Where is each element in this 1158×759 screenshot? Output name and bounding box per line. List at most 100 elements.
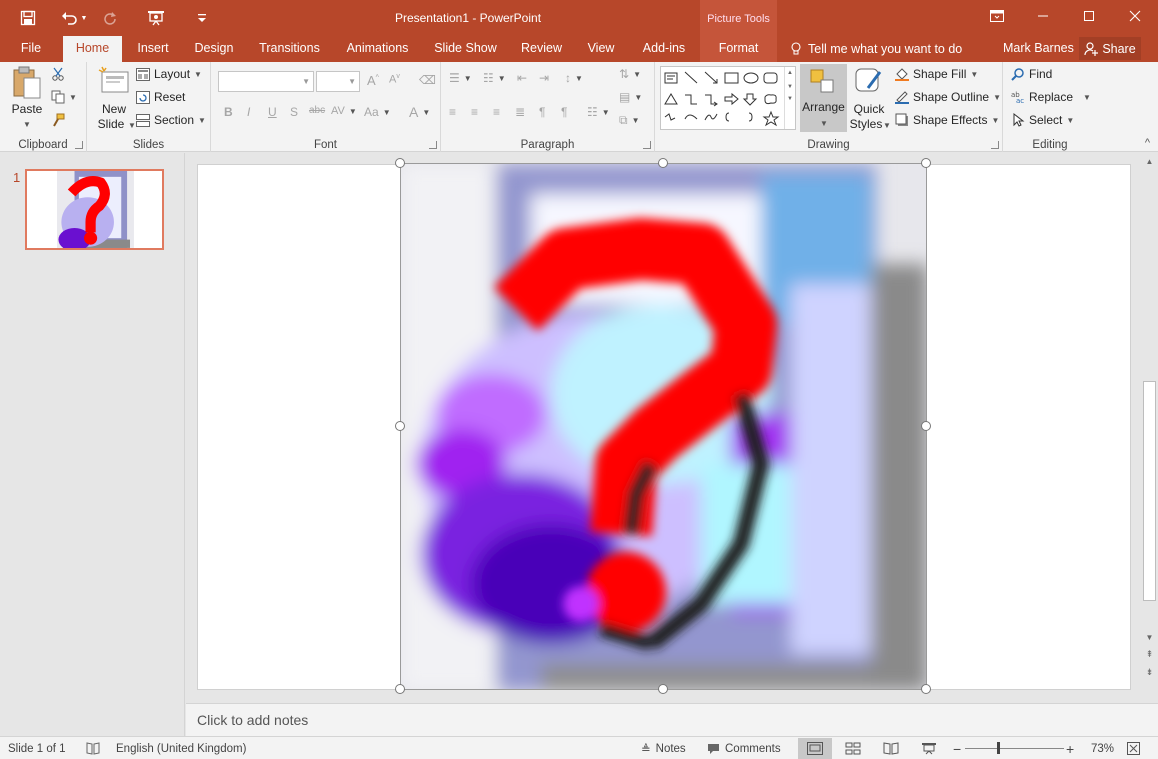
increase-indent-button[interactable]: ⇥ (539, 71, 549, 85)
quick-styles-button[interactable]: Quick Styles ▼ (849, 66, 891, 132)
arrange-button[interactable]: Arrange ▼ (800, 64, 847, 132)
tab-transitions[interactable]: Transitions (252, 36, 327, 62)
zoom-slider[interactable] (965, 748, 1064, 749)
previous-slide-icon[interactable]: ⇞ (1141, 649, 1158, 660)
minimize-button[interactable] (1020, 0, 1066, 32)
normal-view-button[interactable] (798, 738, 832, 759)
character-spacing-button[interactable]: AV ▼ (331, 105, 357, 117)
align-center-button[interactable]: ≡ (471, 105, 478, 119)
find-button[interactable]: Find (1011, 67, 1052, 81)
zoom-slider-thumb[interactable] (997, 742, 1000, 754)
tell-me-search[interactable]: Tell me what you want to do (790, 36, 962, 62)
slide-sorter-view-button[interactable] (836, 738, 870, 759)
collapse-ribbon-icon[interactable]: ^ (1145, 137, 1150, 149)
clipboard-launcher-icon[interactable] (75, 141, 83, 149)
align-left-button[interactable]: ≡ (449, 105, 456, 119)
tab-file[interactable]: File (12, 36, 50, 62)
justify-button[interactable]: ≣ (515, 105, 525, 119)
comments-toggle-button[interactable]: Comments (707, 737, 781, 759)
text-direction-button[interactable]: ⇅ ▼ (619, 67, 641, 81)
layout-button[interactable]: Layout ▼ (136, 67, 202, 81)
vertical-scrollbar[interactable]: ▲ ▼ ⇞ ⇟ (1141, 153, 1158, 700)
notes-pane[interactable]: Click to add notes (186, 703, 1158, 736)
resize-handle-bottom-left[interactable] (395, 684, 405, 694)
next-slide-icon[interactable]: ⇟ (1141, 667, 1158, 678)
close-button[interactable] (1112, 0, 1158, 32)
gallery-down-icon[interactable]: ▼ (785, 84, 795, 90)
text-shadow-button[interactable]: S (290, 105, 298, 119)
strikethrough-button[interactable]: abc (309, 105, 325, 116)
resize-handle-bottom-right[interactable] (921, 684, 931, 694)
font-family-dropdown-icon[interactable]: ▼ (302, 77, 310, 86)
rtl-button[interactable]: ¶ (561, 105, 567, 119)
notes-toggle-button[interactable]: ≜ Notes (641, 737, 686, 759)
resize-handle-left[interactable] (395, 421, 405, 431)
selected-picture[interactable] (400, 163, 927, 690)
ltr-button[interactable]: ¶ (539, 105, 545, 119)
resize-handle-top-right[interactable] (921, 158, 931, 168)
bold-button[interactable]: B (224, 105, 233, 119)
copy-button[interactable]: ▼ (51, 90, 77, 104)
tab-slide-show[interactable]: Slide Show (428, 36, 503, 62)
spelling-check-button[interactable] (86, 737, 100, 759)
maximize-button[interactable] (1066, 0, 1112, 32)
font-size-dropdown-icon[interactable]: ▼ (348, 77, 356, 86)
gallery-up-icon[interactable]: ▲ (785, 70, 795, 76)
tab-design[interactable]: Design (188, 36, 240, 62)
shape-effects-button[interactable]: Shape Effects ▼ (895, 113, 999, 127)
new-slide-button[interactable]: New Slide ▼ (93, 66, 136, 132)
drawing-launcher-icon[interactable] (991, 141, 999, 149)
tab-animations[interactable]: Animations (339, 36, 416, 62)
italic-button[interactable]: I (247, 105, 250, 119)
tab-add-ins[interactable]: Add-ins (634, 36, 694, 62)
tab-insert[interactable]: Insert (130, 36, 176, 62)
scrollbar-thumb[interactable] (1143, 381, 1156, 601)
resize-handle-bottom[interactable] (658, 684, 668, 694)
format-painter-button[interactable] (51, 113, 65, 127)
reset-button[interactable]: Reset (136, 90, 185, 104)
language-indicator[interactable]: English (United Kingdom) (116, 737, 246, 759)
zoom-out-button[interactable]: − (953, 737, 961, 759)
columns-button[interactable]: ☷ ▼ (587, 105, 610, 119)
ribbon-display-options-button[interactable] (974, 0, 1020, 32)
font-launcher-icon[interactable] (429, 141, 437, 149)
tab-review[interactable]: Review (515, 36, 568, 62)
shrink-font-button[interactable]: Av (389, 73, 400, 86)
zoom-level[interactable]: 73% (1091, 737, 1114, 759)
align-right-button[interactable]: ≡ (493, 105, 500, 119)
resize-handle-top[interactable] (658, 158, 668, 168)
replace-button[interactable]: ab ac Replace ▼ (1011, 90, 1091, 104)
font-size-input[interactable]: ▼ (316, 71, 360, 92)
resize-handle-top-left[interactable] (395, 158, 405, 168)
scroll-down-icon[interactable]: ▼ (1141, 633, 1158, 642)
grow-font-button[interactable]: A^ (367, 73, 379, 88)
gallery-more-icon[interactable]: ▼ (785, 96, 795, 102)
font-color-button[interactable]: A ▼ (409, 104, 430, 120)
paragraph-launcher-icon[interactable] (643, 141, 651, 149)
line-spacing-button[interactable]: ↕ ▼ (565, 71, 583, 85)
scroll-up-icon[interactable]: ▲ (1141, 157, 1158, 166)
fit-to-window-button[interactable] (1127, 737, 1140, 759)
numbering-button[interactable]: ☷ ▼ (483, 71, 506, 85)
copy-dropdown-icon[interactable]: ▼ (69, 93, 77, 102)
bullets-button[interactable]: ☰ ▼ (449, 71, 472, 85)
paste-button[interactable]: Paste ▼ (8, 66, 46, 132)
change-case-button[interactable]: Aa ▼ (364, 105, 391, 119)
align-text-button[interactable]: ▤ ▼ (619, 90, 642, 104)
section-button[interactable]: Section ▼ (136, 113, 206, 127)
shape-fill-button[interactable]: Shape Fill ▼ (895, 67, 978, 81)
tab-home[interactable]: Home (63, 36, 122, 62)
user-name[interactable]: Mark Barnes (1003, 36, 1074, 62)
tab-view[interactable]: View (580, 36, 622, 62)
smartart-button[interactable]: ⧉ ▼ (619, 113, 640, 128)
underline-button[interactable]: U (268, 105, 277, 119)
tab-format[interactable]: Format (700, 36, 777, 62)
clear-formatting-button[interactable]: ⌫ (419, 73, 436, 87)
slide-show-view-button[interactable] (912, 738, 946, 759)
share-button[interactable]: Share (1079, 37, 1141, 60)
font-family-input[interactable]: ▼ (218, 71, 314, 92)
decrease-indent-button[interactable]: ⇤ (517, 71, 527, 85)
slide-thumbnail[interactable] (25, 169, 164, 250)
resize-handle-right[interactable] (921, 421, 931, 431)
select-button[interactable]: Select ▼ (1011, 113, 1074, 127)
